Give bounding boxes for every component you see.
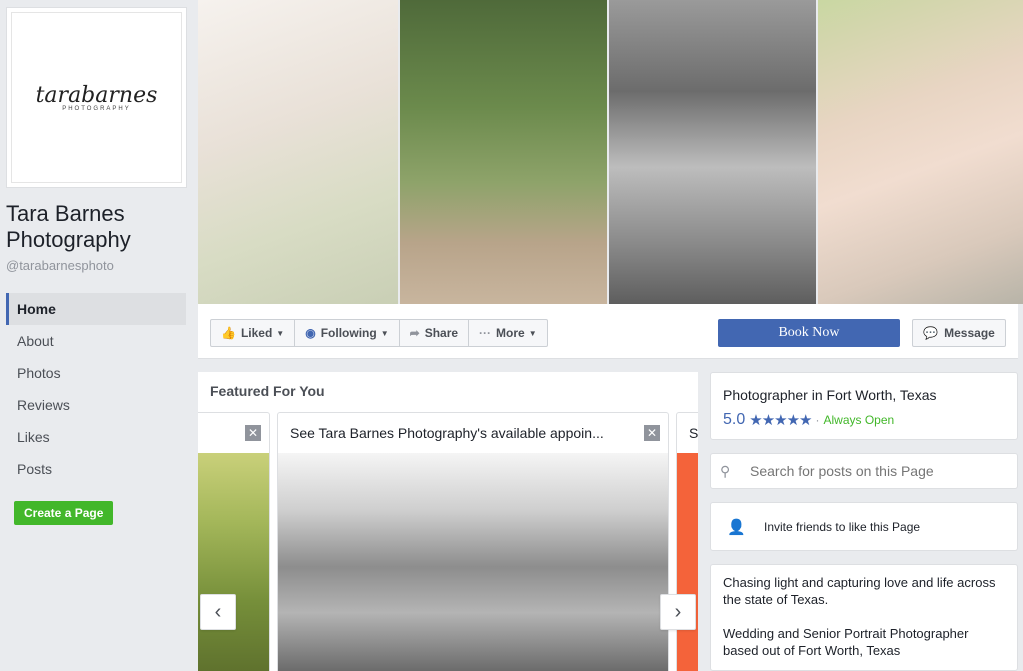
cover-image-couple-closeup: [818, 0, 1023, 304]
page-title[interactable]: Tara Barnes Photography: [6, 201, 191, 253]
more-label: More: [496, 326, 525, 340]
card-image: [198, 453, 269, 671]
message-button[interactable]: 💬 Message: [912, 319, 1006, 347]
close-icon[interactable]: ✕: [245, 425, 261, 441]
open-status: Always Open: [823, 413, 895, 427]
star-rating-icon[interactable]: ★★★★★: [749, 411, 812, 429]
about-text: Wedding and Senior Portrait Photographer…: [723, 626, 969, 658]
profile-logo: tarabarnes PHOTOGRAPHY: [11, 12, 182, 183]
card-image: [278, 453, 668, 671]
invite-box[interactable]: 👤 Invite friends to like this Page: [710, 502, 1018, 551]
left-column: tarabarnes PHOTOGRAPHY Tara Barnes Photo…: [0, 0, 198, 671]
following-button[interactable]: ◉ Following ▼: [295, 320, 400, 346]
page-search-box: ⚲: [710, 453, 1018, 489]
logo-subtext: PHOTOGRAPHY: [62, 106, 131, 112]
cover-image-couple-bridge: [609, 0, 816, 304]
profile-picture[interactable]: tarabarnes PHOTOGRAPHY: [6, 7, 187, 188]
featured-card-appointments[interactable]: See Tara Barnes Photography's available …: [277, 412, 669, 671]
logo-wordmark: tarabarnes: [35, 83, 158, 108]
page-handle[interactable]: @tarabarnesphoto: [6, 258, 114, 273]
about-box: Chasing light and capturing love and lif…: [710, 564, 1018, 671]
nav-item-home[interactable]: Home: [6, 293, 186, 325]
cover-image-couple-garden: [400, 0, 607, 304]
following-label: Following: [320, 326, 377, 340]
rss-icon: ◉: [305, 326, 316, 340]
add-person-icon: 👤: [727, 518, 746, 536]
featured-section: Featured For You ✕ See Tara Barnes Photo…: [198, 372, 698, 671]
nav-item-about[interactable]: About: [6, 325, 186, 357]
create-page-button[interactable]: Create a Page: [14, 501, 114, 525]
thumbs-up-icon: 👍: [221, 326, 236, 340]
card-title: S: [689, 425, 698, 441]
caret-down-icon: ▼: [380, 328, 389, 338]
separator-dot: ·: [815, 413, 820, 427]
nav-item-reviews[interactable]: Reviews: [6, 389, 186, 421]
carousel-next-button[interactable]: ›: [660, 594, 696, 630]
card-image: [677, 453, 698, 671]
book-now-button[interactable]: Book Now: [718, 319, 900, 347]
page-nav: Home About Photos Reviews Likes Posts: [6, 293, 186, 485]
page-action-buttons: 👍 Liked ▼ ◉ Following ▼ ➦ Share ··· More…: [210, 319, 548, 347]
featured-card-prev[interactable]: ✕: [198, 412, 270, 671]
featured-title: Featured For You: [210, 383, 325, 399]
more-button[interactable]: ··· More ▼: [469, 320, 547, 346]
rating-row: 5.0 ★★★★★ · Always Open: [723, 411, 894, 429]
about-text: Chasing light and capturing love and lif…: [723, 575, 996, 607]
cover-image-bouquet: [198, 0, 398, 304]
rating-value: 5.0: [723, 411, 746, 428]
card-title: See Tara Barnes Photography's available …: [290, 425, 604, 441]
cover-photo[interactable]: [198, 0, 1023, 304]
nav-item-posts[interactable]: Posts: [6, 453, 186, 485]
invite-label: Invite friends to like this Page: [764, 519, 921, 534]
messenger-icon: 💬: [923, 326, 939, 340]
search-icon: ⚲: [720, 462, 731, 479]
close-icon[interactable]: ✕: [644, 425, 660, 441]
share-arrow-icon: ➦: [409, 326, 420, 340]
nav-item-photos[interactable]: Photos: [6, 357, 186, 389]
carousel-prev-button[interactable]: ‹: [200, 594, 236, 630]
share-label: Share: [424, 326, 459, 340]
message-label: Message: [944, 326, 995, 340]
page-category[interactable]: Photographer in Fort Worth, Texas: [723, 387, 936, 403]
search-input[interactable]: [750, 463, 1000, 479]
page-info-box: Photographer in Fort Worth, Texas 5.0 ★★…: [710, 372, 1018, 440]
liked-button[interactable]: 👍 Liked ▼: [211, 320, 296, 346]
share-button[interactable]: ➦ Share: [400, 320, 470, 346]
liked-label: Liked: [240, 326, 273, 340]
ellipsis-icon: ···: [479, 326, 492, 340]
action-bar: 👍 Liked ▼ ◉ Following ▼ ➦ Share ··· More…: [198, 304, 1018, 359]
caret-down-icon: ▼: [276, 328, 285, 338]
featured-card-next[interactable]: S: [676, 412, 698, 671]
nav-item-likes[interactable]: Likes: [6, 421, 186, 453]
caret-down-icon: ▼: [528, 328, 537, 338]
